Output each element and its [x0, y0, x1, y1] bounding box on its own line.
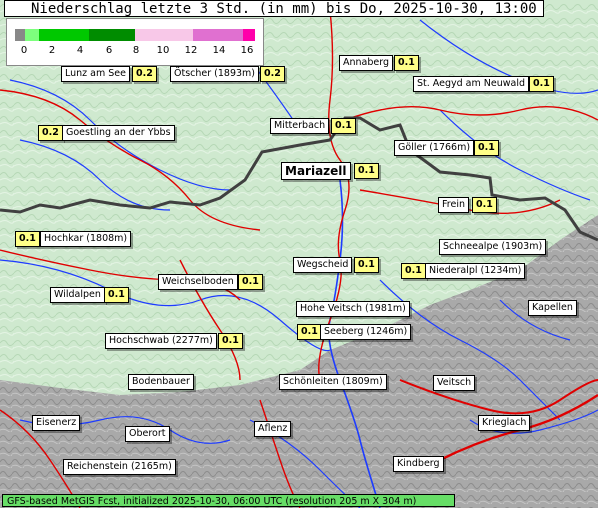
place-label-seeberg: Seeberg (1246m)	[320, 324, 412, 340]
place-label-wildalpen: Wildalpen	[50, 287, 105, 303]
place-value-oetscher: 0.2	[260, 66, 285, 82]
place-label-goeller: Göller (1766m)	[394, 140, 475, 156]
place-label-hochkar: Hochkar (1808m)	[40, 231, 132, 247]
legend-swatch-3	[135, 29, 193, 41]
legend-tick: 0	[20, 45, 28, 56]
legend-tick: 14	[212, 45, 226, 56]
legend-tick: 6	[105, 45, 113, 56]
place-value-wildalpen: 0.1	[104, 287, 129, 303]
place-value-annaberg: 0.1	[394, 55, 419, 71]
place-label-oberort: Oberort	[125, 426, 170, 442]
place-label-aflenz: Aflenz	[254, 421, 292, 437]
place-value-niederalpl: 0.1	[401, 263, 426, 279]
place-value-hochkar: 0.1	[15, 231, 40, 247]
legend-swatch-0	[25, 29, 39, 41]
place-label-mitterbach: Mitterbach	[270, 118, 330, 134]
place-value-mitterbach: 0.1	[331, 118, 356, 134]
legend-tick: 12	[184, 45, 198, 56]
place-value-st-aegyd: 0.1	[529, 76, 554, 92]
place-value-hochschwab: 0.1	[218, 333, 243, 349]
place-label-niederalpl: Niederalpl (1234m)	[425, 263, 526, 279]
legend-tick: 16	[240, 45, 254, 56]
legend-tick: 10	[156, 45, 170, 56]
place-label-annaberg: Annaberg	[339, 55, 394, 71]
place-label-goestling: Goestling an der Ybbs	[62, 125, 175, 141]
place-label-mariazell: Mariazell	[281, 162, 351, 180]
legend-tick: 8	[132, 45, 140, 56]
place-label-lunz: Lunz am See	[61, 66, 130, 82]
place-label-hohe-veitsch: Hohe Veitsch (1981m)	[296, 301, 410, 317]
place-value-wegscheid: 0.1	[354, 257, 379, 273]
legend-swatch-1	[39, 29, 89, 41]
place-value-mariazell: 0.1	[354, 163, 379, 179]
place-label-wegscheid: Wegscheid	[293, 257, 353, 273]
place-value-weichselboden: 0.1	[238, 274, 263, 290]
place-label-bodenbauer: Bodenbauer	[128, 374, 194, 390]
place-value-lunz: 0.2	[132, 66, 157, 82]
legend-swatch-4	[193, 29, 243, 41]
place-label-kapellen: Kapellen	[528, 300, 577, 316]
place-value-frein: 0.1	[472, 197, 497, 213]
place-label-weichselboden: Weichselboden	[158, 274, 238, 290]
place-value-goestling: 0.2	[38, 125, 63, 141]
place-label-krieglach: Krieglach	[478, 415, 531, 431]
place-label-veitsch: Veitsch	[433, 375, 476, 391]
place-value-seeberg: 0.1	[297, 324, 322, 340]
legend-swatch-2	[89, 29, 135, 41]
place-value-goeller: 0.1	[474, 140, 499, 156]
legend-tick: 4	[76, 45, 84, 56]
precipitation-legend: 0 2 4 6 8 10 12 14 16	[6, 18, 264, 66]
legend-swatch-5	[243, 29, 255, 41]
map-title: Niederschlag letzte 3 Std. (in mm) bis D…	[4, 0, 544, 34]
model-info-footer: GFS-based MetGIS Fcst, initialized 2025-…	[2, 494, 455, 507]
place-label-oetscher: Ötscher (1893m)	[170, 66, 260, 82]
place-label-eisenerz: Eisenerz	[32, 415, 81, 431]
place-label-schneealpe: Schneealpe (1903m)	[439, 239, 547, 255]
place-label-schoenleiten: Schönleiten (1809m)	[279, 374, 387, 390]
place-label-st-aegyd: St. Aegyd am Neuwald	[413, 76, 530, 92]
place-label-hochschwab: Hochschwab (2277m)	[105, 333, 217, 349]
place-label-frein: Frein	[438, 197, 469, 213]
legend-tick: 2	[48, 45, 56, 56]
legend-swatch-gray	[15, 29, 25, 41]
place-label-kindberg: Kindberg	[393, 456, 444, 472]
place-label-reichenstein: Reichenstein (2165m)	[63, 459, 176, 475]
